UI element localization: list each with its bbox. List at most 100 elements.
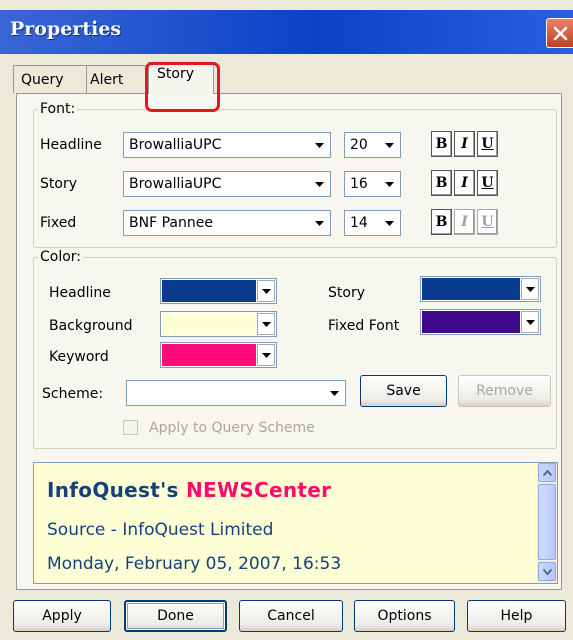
preview-source-line: Source - InfoQuest Limited: [47, 520, 274, 540]
headline-color-swatch: [162, 280, 256, 302]
close-button[interactable]: [546, 18, 573, 48]
fixed-bold-button[interactable]: B: [431, 209, 452, 235]
cancel-button[interactable]: Cancel: [239, 600, 343, 632]
background-color-picker[interactable]: [160, 311, 277, 337]
window-title: Properties: [10, 18, 122, 40]
story-font-dropdown-arrow[interactable]: [310, 173, 329, 195]
story-tab-highlight: [145, 62, 220, 112]
fixed-color-swatch: [422, 311, 520, 333]
chevron-up-icon: [542, 469, 552, 476]
color-group-legend: Color:: [40, 249, 82, 265]
story-font-value: BrowalliaUPC: [129, 176, 222, 192]
chevron-down-icon: [261, 352, 271, 358]
italic-icon: I: [461, 214, 468, 230]
fixed-color-dropdown-arrow[interactable]: [521, 311, 539, 333]
fixed-font-value: BNF Pannee: [129, 215, 213, 231]
story-bold-button[interactable]: B: [431, 170, 452, 196]
chevron-down-icon: [315, 220, 324, 226]
headline-size-select[interactable]: 20: [344, 132, 401, 158]
preview-date-line: Monday, February 05, 2007, 16:53: [47, 554, 342, 574]
help-button-label: Help: [500, 608, 533, 624]
fixed-color-picker[interactable]: [420, 309, 541, 335]
save-button-label: Save: [386, 383, 421, 399]
underline-icon: U: [481, 136, 494, 152]
keyword-color-label: Keyword: [49, 349, 109, 365]
chevron-down-icon: [385, 142, 394, 148]
headline-font-label: Headline: [40, 137, 102, 153]
scroll-thumb[interactable]: [538, 484, 556, 560]
keyword-color-swatch: [162, 344, 256, 366]
headline-size-dropdown-arrow[interactable]: [380, 134, 399, 156]
font-group-legend: Font:: [40, 101, 76, 117]
italic-icon: I: [461, 136, 468, 152]
headline-font-dropdown-arrow[interactable]: [310, 134, 329, 156]
story-size-dropdown-arrow[interactable]: [380, 173, 399, 195]
chevron-down-icon: [330, 390, 339, 396]
italic-icon: I: [461, 175, 468, 191]
keyword-color-dropdown-arrow[interactable]: [257, 344, 275, 366]
close-icon: [553, 26, 568, 41]
scroll-down-button[interactable]: [538, 562, 556, 581]
chevron-down-icon: [261, 288, 271, 294]
apply-query-scheme-label: Apply to Query Scheme: [149, 420, 315, 436]
fixed-color-label: Fixed Font: [328, 318, 400, 334]
preview-scrollbar[interactable]: [537, 463, 557, 583]
headline-color-label: Headline: [49, 285, 111, 301]
chevron-down-icon: [542, 568, 552, 575]
fixed-italic-button: I: [454, 209, 475, 235]
tab-query[interactable]: Query: [13, 65, 87, 93]
done-button[interactable]: Done: [124, 600, 227, 632]
fixed-font-select[interactable]: BNF Pannee: [123, 210, 331, 236]
headline-italic-button[interactable]: I: [454, 131, 475, 157]
headline-bold-button[interactable]: B: [431, 131, 452, 157]
underline-icon: U: [481, 214, 494, 230]
fixed-size-value: 14: [350, 215, 368, 231]
fixed-size-dropdown-arrow[interactable]: [380, 212, 399, 234]
remove-button: Remove: [458, 375, 551, 407]
scheme-label: Scheme:: [42, 386, 104, 402]
save-button[interactable]: Save: [360, 375, 447, 407]
headline-color-picker[interactable]: [160, 278, 277, 304]
underline-icon: U: [481, 175, 494, 191]
story-size-value: 16: [350, 176, 368, 192]
story-italic-button[interactable]: I: [454, 170, 475, 196]
story-size-select[interactable]: 16: [344, 171, 401, 197]
story-color-swatch: [422, 278, 520, 300]
story-preview[interactable]: InfoQuest's NEWSCenter Source - InfoQues…: [33, 462, 558, 584]
title-bar: Properties: [0, 10, 573, 54]
headline-font-select[interactable]: BrowalliaUPC: [123, 132, 331, 158]
story-underline-button[interactable]: U: [477, 170, 498, 196]
preview-title-keyword: NEWSCenter: [185, 478, 332, 502]
tab-query-label: Query: [21, 72, 64, 88]
help-button[interactable]: Help: [467, 600, 566, 632]
chevron-down-icon: [385, 220, 394, 226]
fixed-size-select[interactable]: 14: [344, 210, 401, 236]
scheme-select[interactable]: [126, 380, 346, 406]
story-color-picker[interactable]: [420, 276, 541, 302]
options-button[interactable]: Options: [354, 600, 455, 632]
preview-title-part1: InfoQuest's: [47, 478, 186, 502]
apply-button-label: Apply: [42, 608, 82, 624]
headline-color-dropdown-arrow[interactable]: [257, 280, 275, 302]
story-color-dropdown-arrow[interactable]: [521, 278, 539, 300]
story-font-label: Story: [40, 176, 77, 192]
headline-size-value: 20: [350, 137, 368, 153]
story-color-label: Story: [328, 285, 365, 301]
keyword-color-picker[interactable]: [160, 342, 277, 368]
scroll-up-button[interactable]: [538, 463, 556, 482]
scheme-dropdown-arrow[interactable]: [325, 382, 344, 404]
fixed-font-dropdown-arrow[interactable]: [310, 212, 329, 234]
fixed-font-label: Fixed: [40, 215, 77, 231]
chevron-down-icon: [261, 321, 271, 327]
apply-button[interactable]: Apply: [13, 600, 111, 632]
apply-query-scheme-checkbox: [123, 420, 138, 435]
background-color-dropdown-arrow[interactable]: [257, 313, 275, 335]
tab-alert[interactable]: Alert: [86, 65, 148, 93]
fixed-underline-button: U: [477, 209, 498, 235]
bold-icon: B: [435, 175, 448, 191]
bold-icon: B: [435, 214, 448, 230]
headline-underline-button[interactable]: U: [477, 131, 498, 157]
preview-content: InfoQuest's NEWSCenter Source - InfoQues…: [47, 478, 341, 574]
story-font-select[interactable]: BrowalliaUPC: [123, 171, 331, 197]
background-color-swatch: [162, 313, 256, 335]
